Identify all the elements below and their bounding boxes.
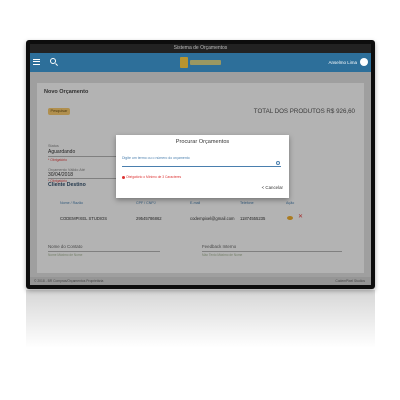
- dialog-title: Procurar Orçamentos: [175, 139, 230, 145]
- cancel-button[interactable]: < Cancelar: [262, 185, 283, 190]
- avatar-icon[interactable]: [360, 58, 368, 66]
- logo-wordmark: [190, 60, 221, 65]
- logo-mark: [180, 57, 188, 68]
- monitor-reflection: [26, 290, 375, 348]
- search-icon[interactable]: [50, 58, 56, 64]
- error-text: Obrigatório o Mínimo de 3 Caracteres: [126, 175, 182, 179]
- error-icon: [122, 175, 125, 179]
- app-screen: Sistema de Orçamentos Anselmo Lima Novo …: [30, 44, 371, 285]
- user-name[interactable]: Anselmo Lima: [328, 53, 357, 72]
- search-input-label: Digite um termo ou o número do orçamento: [122, 156, 190, 160]
- app-logo: [180, 57, 222, 68]
- window-titlebar: Sistema de Orçamentos: [30, 44, 371, 53]
- top-app-bar: Anselmo Lima: [30, 53, 371, 72]
- menu-icon[interactable]: [33, 59, 40, 65]
- cancel-label: Cancelar: [265, 185, 283, 190]
- search-icon[interactable]: [276, 161, 280, 165]
- search-dialog: Procurar Orçamentos Digite um termo ou o…: [116, 135, 289, 198]
- validation-error: Obrigatório o Mínimo de 3 Caracteres: [122, 175, 181, 179]
- search-input[interactable]: [122, 161, 281, 167]
